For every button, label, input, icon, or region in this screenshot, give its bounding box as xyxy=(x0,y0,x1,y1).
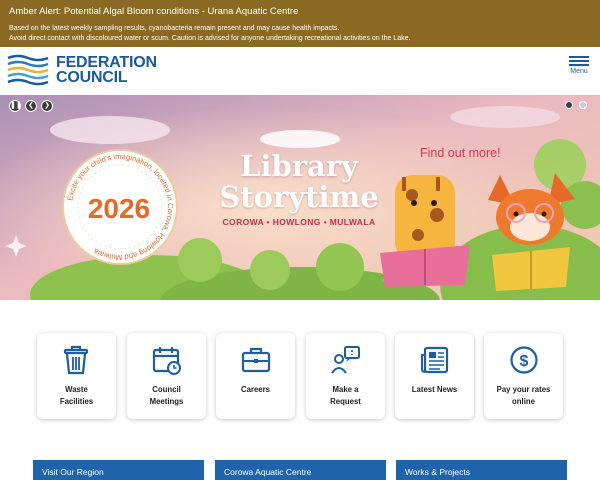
next-slide-button[interactable]: ❯ xyxy=(41,100,53,112)
alert-text-line: Based on the latest weekly sampling resu… xyxy=(9,25,340,32)
label-line: Careers xyxy=(240,385,271,394)
council-logo[interactable]: FEDERATION COUNCIL xyxy=(7,54,157,86)
label-line: Latest News xyxy=(411,385,458,394)
chevron-left-icon: ❮ xyxy=(28,102,34,109)
calendar-icon xyxy=(152,347,181,375)
label-line: online xyxy=(512,396,535,406)
quick-link-council-meetings[interactable]: Council Meetings xyxy=(127,333,206,419)
card-label: Visit Our Region xyxy=(42,467,104,477)
trash-bin-icon xyxy=(63,345,89,375)
hero-carousel[interactable]: ❚❚ ❮ ❯ Library Storytime COROWA • HOWLON… xyxy=(0,95,600,300)
label-line: Council xyxy=(152,385,181,394)
quick-link-make-request[interactable]: Make a Request xyxy=(306,333,385,419)
briefcase-icon xyxy=(241,347,271,373)
slide-dot-active[interactable] xyxy=(565,101,573,109)
card-corowa-aquatic-centre[interactable]: Corowa Aquatic Centre xyxy=(215,460,386,480)
hero-title: Library Storytime xyxy=(218,151,380,213)
label-line: Request xyxy=(330,396,361,406)
card-visit-our-region[interactable]: Visit Our Region xyxy=(33,460,204,480)
quick-link-label: Pay your rates online xyxy=(486,384,561,407)
chevron-right-icon: ❯ xyxy=(44,102,50,109)
menu-label: Menu xyxy=(570,68,588,75)
site-header: FEDERATION COUNCIL Menu xyxy=(0,47,600,95)
logo-line: COUNCIL xyxy=(56,69,128,86)
dollar-circle-icon: $ xyxy=(510,346,538,374)
hero-title-line: Storytime xyxy=(219,180,379,214)
person-request-icon xyxy=(331,346,360,374)
label-line: Facilities xyxy=(59,396,94,406)
pause-button[interactable]: ❚❚ xyxy=(9,100,22,112)
slide-dot[interactable] xyxy=(579,101,587,109)
find-out-more-link[interactable]: Find out more! xyxy=(420,146,501,160)
waves-logo-icon xyxy=(7,54,49,86)
label-line: Meetings xyxy=(149,396,184,406)
pause-icon: ❚❚ xyxy=(10,102,22,109)
quick-link-latest-news[interactable]: Latest News xyxy=(395,333,474,419)
newspaper-icon xyxy=(421,346,449,374)
prev-slide-button[interactable]: ❮ xyxy=(25,100,37,112)
quick-link-label: Waste Facilities xyxy=(39,384,114,407)
hamburger-icon xyxy=(569,56,589,66)
alert-title[interactable]: Amber Alert: Potential Algal Bloom condi… xyxy=(9,5,591,18)
logo-line: FEDERATION xyxy=(56,54,157,71)
hero-subtitle: COROWA • HOWLONG • MULWALA xyxy=(222,217,376,227)
svg-text:$: $ xyxy=(520,353,529,370)
badge-arc-textpath: Excite your child's imagination, located… xyxy=(65,152,175,262)
quick-links: Waste Facilities Council Meetings Career… xyxy=(37,333,567,419)
card-works-projects[interactable]: Works & Projects xyxy=(396,460,567,480)
alert-banner[interactable]: Amber Alert: Potential Algal Bloom condi… xyxy=(0,0,600,47)
label-line: Make a xyxy=(332,385,359,394)
quick-link-label: Careers xyxy=(218,384,293,396)
quick-link-waste[interactable]: Waste Facilities xyxy=(37,333,116,419)
svg-text:Excite your child's imaginatio: Excite your child's imagination, located… xyxy=(65,152,175,262)
menu-button[interactable]: Menu xyxy=(566,54,592,84)
label-line: Waste xyxy=(65,385,88,394)
hero-title-line: Library xyxy=(240,149,358,183)
badge-arc-text: Excite your child's imagination, located… xyxy=(65,152,175,262)
logo-wordmark: FEDERATION COUNCIL xyxy=(56,54,157,86)
quick-link-label: Council Meetings xyxy=(129,384,204,407)
quick-link-careers[interactable]: Careers xyxy=(216,333,295,419)
quick-link-label: Latest News xyxy=(397,384,472,396)
quick-link-label: Make a Request xyxy=(308,384,383,407)
quick-link-pay-rates[interactable]: $ Pay your rates online xyxy=(484,333,563,419)
card-label: Works & Projects xyxy=(405,467,471,477)
alert-text-line: Avoid direct contact with discoloured wa… xyxy=(9,35,411,42)
label-line: Pay your rates xyxy=(496,385,551,394)
card-label: Corowa Aquatic Centre xyxy=(224,467,312,477)
